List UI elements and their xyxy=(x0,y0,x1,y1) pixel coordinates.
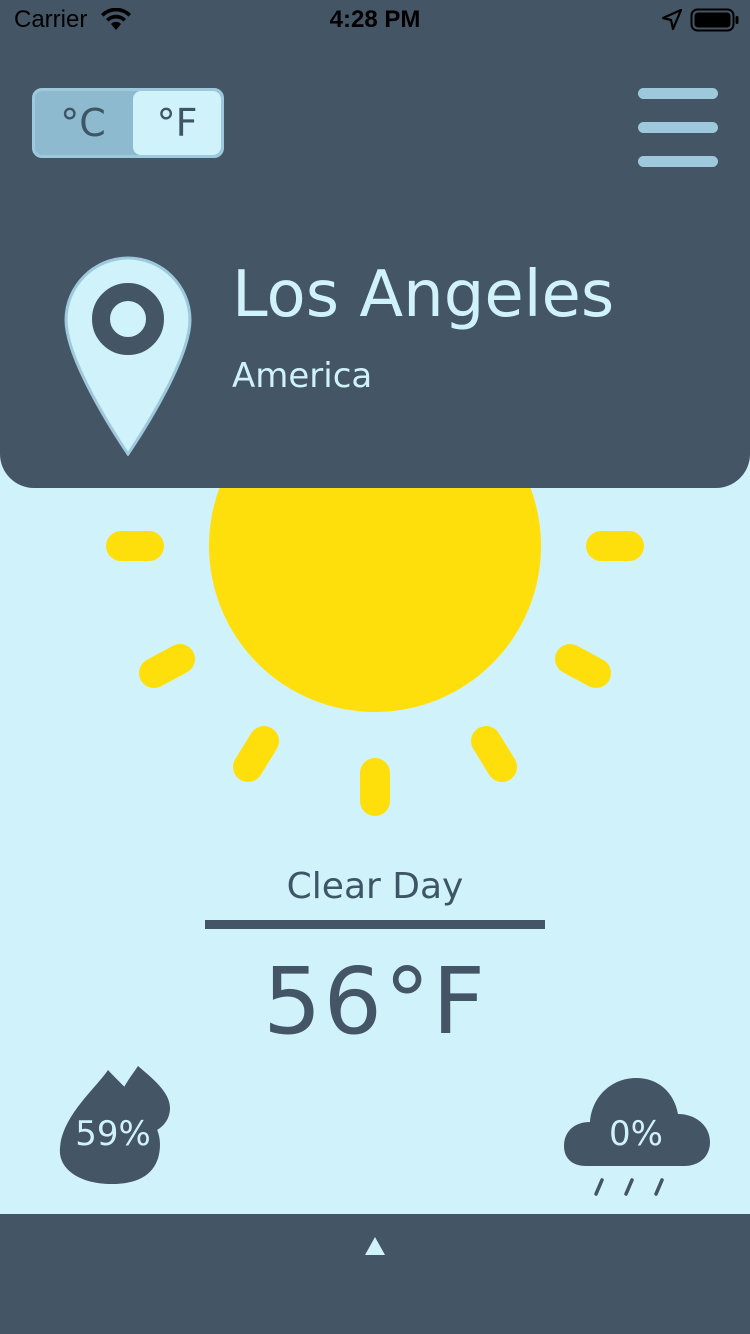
celsius-option[interactable]: °C xyxy=(35,91,131,155)
status-bar: Carrier 4:28 PM xyxy=(0,0,750,40)
humidity-value: 59% xyxy=(75,1114,151,1154)
battery-icon xyxy=(690,8,739,32)
hamburger-menu-icon[interactable] xyxy=(636,86,720,172)
divider xyxy=(205,920,545,929)
temperature-reading: 56°F xyxy=(263,948,487,1055)
weather-condition: Clear Day xyxy=(286,866,464,907)
map-pin-icon xyxy=(64,256,192,456)
location-header: °C °F Los Angeles America xyxy=(0,0,750,488)
city-name: Los Angeles xyxy=(232,258,615,332)
weather-screen: Carrier 4:28 PM °C °F Los Angeles Americ… xyxy=(0,0,750,1334)
location-arrow-icon xyxy=(662,9,682,31)
country-name: America xyxy=(232,356,373,396)
precipitation-value: 0% xyxy=(609,1114,663,1154)
bottom-bar[interactable] xyxy=(0,1214,750,1334)
expand-up-arrow-icon[interactable] xyxy=(362,1234,388,1260)
fahrenheit-option[interactable]: °F xyxy=(133,91,221,155)
status-time: 4:28 PM xyxy=(329,6,421,33)
unit-toggle[interactable]: °C °F xyxy=(32,88,224,158)
